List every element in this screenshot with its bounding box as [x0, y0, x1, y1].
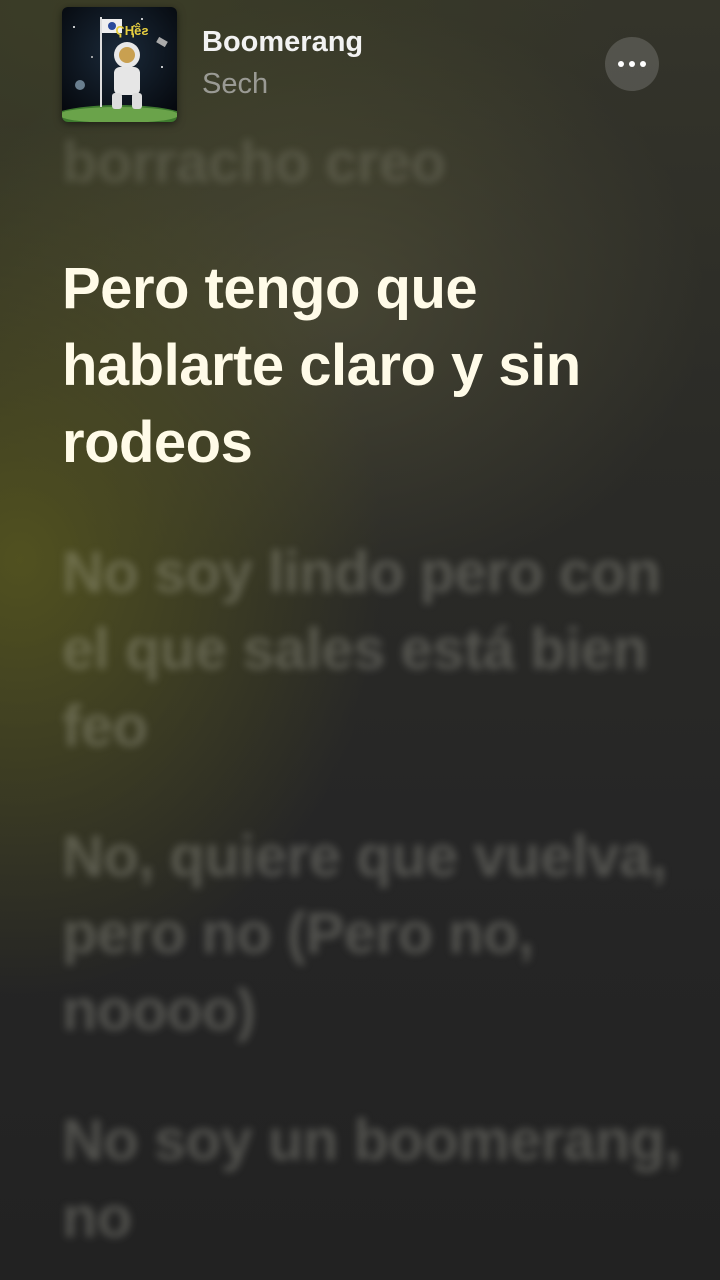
track-artist[interactable]: Sech — [202, 68, 268, 101]
ellipsis-icon — [618, 61, 624, 67]
album-artwork[interactable]: ҀҢ̂ẽ̂ƨ — [62, 7, 177, 122]
lyric-line-current[interactable]: Pero tengo que hablarte claro y sin rode… — [62, 250, 682, 481]
lyric-line-next[interactable]: No, quiere que vuelva, pero no (Pero no,… — [62, 818, 682, 1049]
more-options-button[interactable] — [605, 37, 659, 91]
lyric-line-previous[interactable]: borracho creo — [62, 124, 682, 201]
lyric-line-next[interactable]: No soy un boomerang, no — [62, 1102, 682, 1256]
track-title[interactable]: Boomerang — [202, 26, 363, 59]
lyric-line-next[interactable]: No soy lindo pero con el que sales está … — [62, 534, 682, 765]
svg-text:ҀҢ̂ẽ̂ƨ: ҀҢ̂ẽ̂ƨ — [115, 23, 148, 38]
ellipsis-icon-dot — [629, 61, 635, 67]
now-playing-header: ҀҢ̂ẽ̂ƨ Boomerang Sech — [0, 0, 720, 130]
ellipsis-icon-dot — [640, 61, 646, 67]
album-artwork-image: ҀҢ̂ẽ̂ƨ — [62, 7, 177, 122]
